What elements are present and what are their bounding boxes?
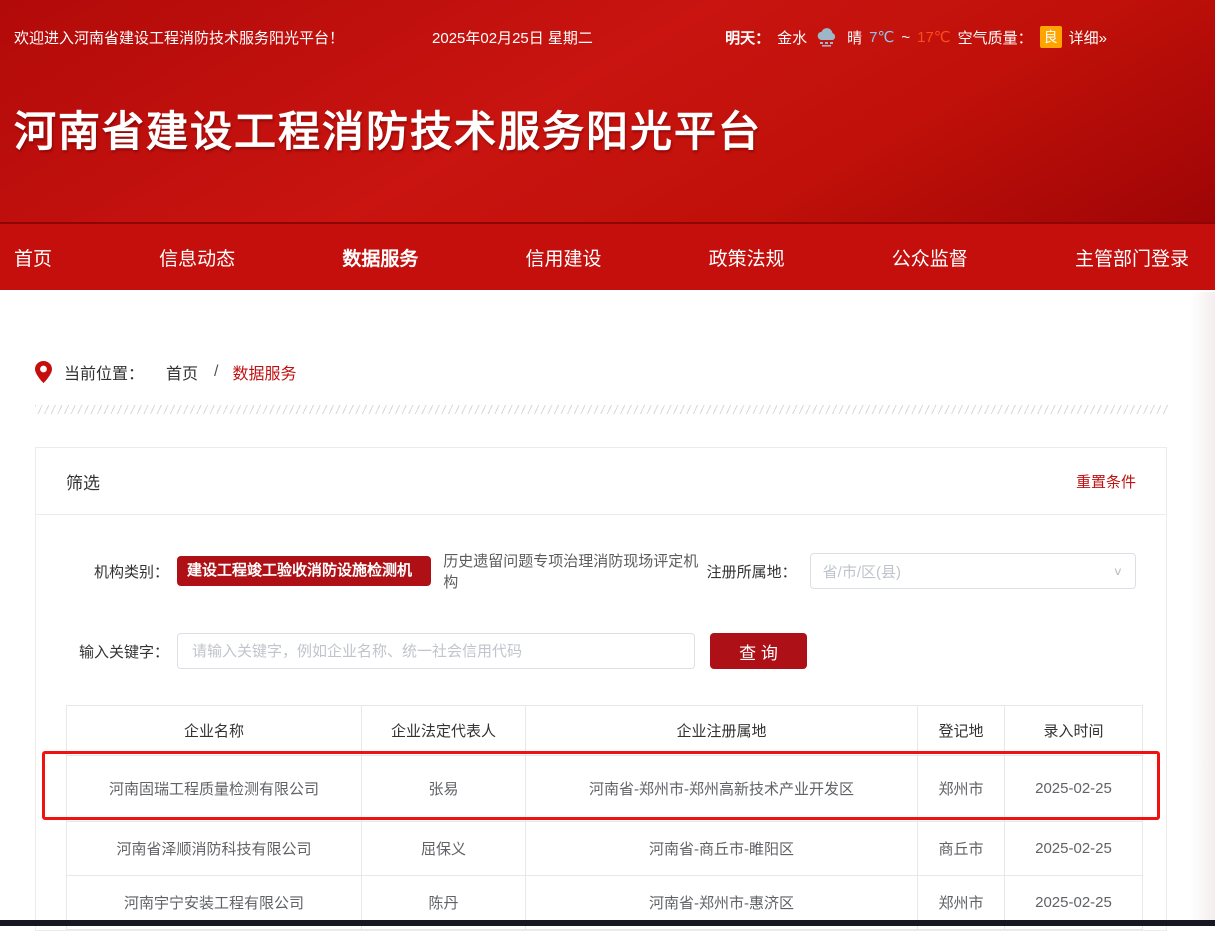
category-filter-row: 机构类别： 建设工程竣工验收消防设施检测机构 历史遗留问题专项治理消防现场评定机… (66, 550, 1136, 592)
table-header-row: 企业名称 企业法定代表人 企业注册属地 登记地 录入时间 (67, 706, 1143, 756)
reset-filters-link[interactable]: 重置条件 (1076, 471, 1136, 492)
current-date: 2025年02月25日 星期二 (432, 27, 593, 48)
chevron-down-icon: ∨ (1113, 564, 1123, 578)
breadcrumb-separator: / (214, 363, 218, 381)
cell-registration-place: 郑州市 (918, 756, 1005, 822)
cell-registered-address: 河南省-郑州市-郑州高新技术产业开发区 (526, 756, 918, 822)
tomorrow-label: 明天： (725, 27, 770, 48)
category-option-selected[interactable]: 建设工程竣工验收消防设施检测机构 (177, 556, 431, 586)
cell-legal-rep: 屈保义 (362, 822, 526, 876)
region-label: 注册所属地： (707, 561, 797, 582)
col-entry-date: 录入时间 (1005, 706, 1143, 756)
region-select[interactable]: 省/市/区(县) ∨ (810, 553, 1136, 589)
temp-separator: ~ (901, 29, 910, 46)
nav-item-credit[interactable]: 信用建设 (525, 244, 601, 271)
page-right-gutter (1190, 292, 1215, 926)
breadcrumb-home-link[interactable]: 首页 (166, 360, 198, 384)
filter-panel-body: 机构类别： 建设工程竣工验收消防设施检测机构 历史遗留问题专项治理消防现场评定机… (36, 515, 1166, 930)
col-company-name: 企业名称 (67, 706, 362, 756)
keyword-input[interactable] (177, 633, 695, 669)
weather-detail-link[interactable]: 详细» (1069, 27, 1107, 48)
filter-panel: 筛选 重置条件 机构类别： 建设工程竣工验收消防设施检测机构 历史遗留问题专项治… (35, 447, 1167, 931)
breadcrumb-label: 当前位置： (64, 360, 144, 384)
region-select-placeholder: 省/市/区(县) (823, 561, 1113, 582)
welcome-text: 欢迎进入河南省建设工程消防技术服务阳光平台！ (14, 27, 344, 48)
breadcrumb-current[interactable]: 数据服务 (232, 360, 296, 384)
site-header: 欢迎进入河南省建设工程消防技术服务阳光平台！ 2025年02月25日 星期二 明… (0, 0, 1215, 222)
cell-entry-date: 2025-02-25 (1005, 822, 1143, 876)
nav-item-supervision[interactable]: 公众监督 (892, 244, 968, 271)
footer-bar (0, 920, 1215, 926)
col-registration-place: 登记地 (918, 706, 1005, 756)
filter-title: 筛选 (66, 469, 100, 494)
filter-panel-header: 筛选 重置条件 (36, 448, 1166, 515)
cell-company-name: 河南固瑞工程质量检测有限公司 (67, 756, 362, 822)
main-nav: 首页 信息动态 数据服务 信用建设 政策法规 公众监督 主管部门登录 (0, 222, 1215, 290)
temp-low: 7℃ (869, 28, 894, 46)
cell-registered-address: 河南省-商丘市-睢阳区 (526, 822, 918, 876)
col-legal-rep: 企业法定代表人 (362, 706, 526, 756)
cell-entry-date: 2025-02-25 (1005, 756, 1143, 822)
col-registered-address: 企业注册属地 (526, 706, 918, 756)
page-title: 河南省建设工程消防技术服务阳光平台 (14, 98, 1215, 159)
category-label: 机构类别： (66, 561, 169, 582)
nav-item-policy[interactable]: 政策法规 (709, 244, 785, 271)
weather-cloud-icon (814, 27, 840, 47)
weather-widget: 明天： 金水 晴 7℃ ~ 17℃ 空气质量： 良 详细» (725, 26, 1107, 48)
nav-item-data-service[interactable]: 数据服务 (342, 244, 418, 271)
nav-item-admin-login[interactable]: 主管部门登录 (1075, 244, 1189, 271)
weather-district[interactable]: 金水 (777, 27, 807, 48)
table-row[interactable]: 河南省泽顺消防科技有限公司 屈保义 河南省-商丘市-睢阳区 商丘市 2025-0… (67, 822, 1143, 876)
nav-item-home[interactable]: 首页 (14, 244, 52, 271)
cell-registration-place: 商丘市 (918, 822, 1005, 876)
region-filter-group: 注册所属地： 省/市/区(县) ∨ (707, 553, 1136, 589)
air-quality-label: 空气质量： (958, 27, 1033, 48)
category-option-unselected[interactable]: 历史遗留问题专项治理消防现场评定机构 (443, 550, 706, 592)
search-button[interactable]: 查 询 (710, 633, 807, 669)
breadcrumb: 当前位置： 首页 / 数据服务 (35, 360, 1215, 384)
air-quality-badge: 良 (1040, 26, 1062, 48)
nav-item-news[interactable]: 信息动态 (159, 244, 235, 271)
cell-company-name: 河南省泽顺消防科技有限公司 (67, 822, 362, 876)
keyword-label: 输入关键字： (66, 641, 169, 662)
table-row[interactable]: 河南固瑞工程质量检测有限公司 张易 河南省-郑州市-郑州高新技术产业开发区 郑州… (67, 756, 1143, 822)
location-pin-icon (35, 361, 52, 384)
topbar: 欢迎进入河南省建设工程消防技术服务阳光平台！ 2025年02月25日 星期二 明… (0, 0, 1215, 48)
cell-legal-rep: 张易 (362, 756, 526, 822)
hatch-divider (35, 405, 1168, 414)
company-table: 企业名称 企业法定代表人 企业注册属地 登记地 录入时间 河南固瑞工程质量检测有… (66, 705, 1143, 930)
weather-condition: 晴 (847, 27, 862, 48)
keyword-filter-row: 输入关键字： 查 询 (66, 633, 1136, 669)
temp-high: 17℃ (917, 28, 951, 46)
